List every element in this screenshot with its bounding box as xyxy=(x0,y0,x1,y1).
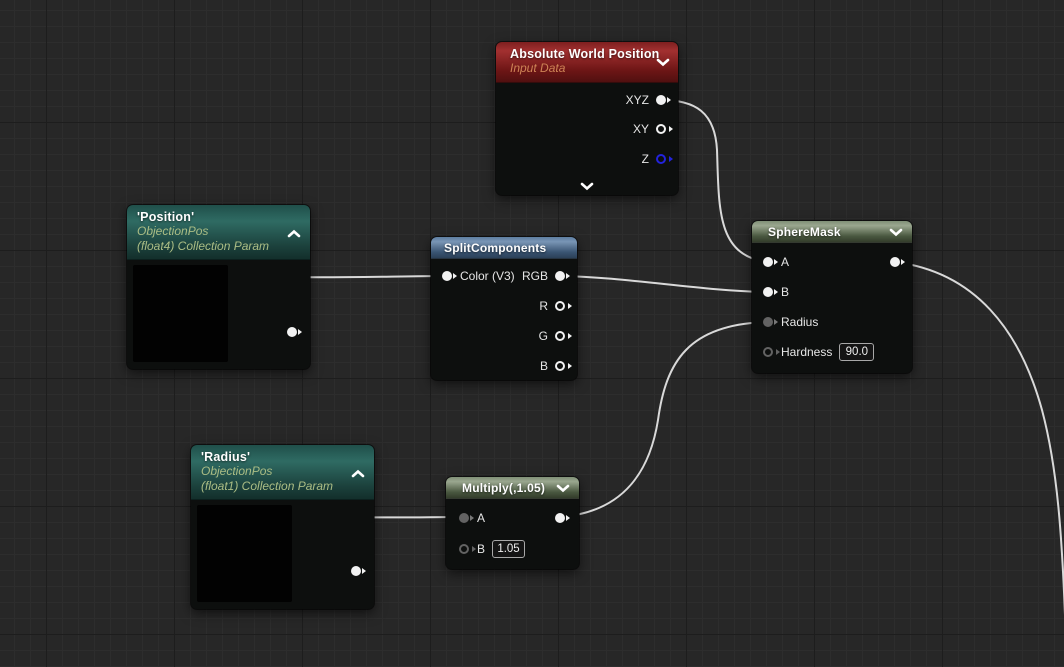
param-name: ObjectionPos xyxy=(201,464,374,479)
node-radius-param[interactable]: 'Radius' ObjectionPos (float1) Collectio… xyxy=(191,445,374,609)
pin-label-xy: XY xyxy=(633,122,649,136)
chevron-down-icon[interactable] xyxy=(656,58,670,67)
node-header[interactable]: SphereMask xyxy=(752,221,912,243)
node-title: 'Position' xyxy=(137,210,310,224)
preview-thumbnail xyxy=(197,505,292,602)
pin-label-rgb: RGB xyxy=(522,269,548,283)
material-graph-canvas[interactable]: Absolute World Position Input Data XYZ X… xyxy=(0,0,1064,667)
wire-spheremask-out-offscreen[interactable] xyxy=(895,262,1064,615)
pin-result-output[interactable] xyxy=(555,513,565,523)
node-subtitle: Input Data xyxy=(510,61,678,76)
pin-xy-output[interactable] xyxy=(656,124,666,134)
hardness-value-field[interactable] xyxy=(839,343,874,361)
pin-b-output[interactable] xyxy=(555,361,565,371)
pin-label-a: A xyxy=(781,255,789,269)
pin-g-output[interactable] xyxy=(555,331,565,341)
chevron-up-icon[interactable] xyxy=(287,229,301,238)
b-value-field[interactable] xyxy=(492,540,525,558)
node-header[interactable]: 'Radius' ObjectionPos (float1) Collectio… xyxy=(191,445,374,500)
node-absolute-world-position[interactable]: Absolute World Position Input Data XYZ X… xyxy=(496,42,678,195)
pin-position-output[interactable] xyxy=(287,327,297,337)
param-name: ObjectionPos xyxy=(137,224,310,239)
chevron-down-icon[interactable] xyxy=(889,228,903,237)
wire-multiply-to-spheremask-radius[interactable] xyxy=(560,322,768,517)
wire-rgb-to-spheremask-b[interactable] xyxy=(560,276,768,292)
pin-a-input[interactable] xyxy=(459,513,469,523)
node-header[interactable]: SplitComponents xyxy=(431,237,577,259)
pin-label-hardness: Hardness xyxy=(781,345,832,359)
node-title: 'Radius' xyxy=(201,450,374,464)
pin-z-output[interactable] xyxy=(656,154,666,164)
pin-label-b: B xyxy=(477,542,485,556)
pin-label-color: Color (V3) xyxy=(460,269,515,283)
pin-hardness-input[interactable] xyxy=(763,347,773,357)
pin-rgb-output[interactable] xyxy=(555,271,565,281)
node-position-param[interactable]: 'Position' ObjectionPos (float4) Collect… xyxy=(127,205,310,369)
node-header[interactable]: Absolute World Position Input Data xyxy=(496,42,678,83)
collapse-pins-chevron-icon[interactable] xyxy=(580,182,594,191)
pin-radius-input[interactable] xyxy=(763,317,773,327)
chevron-down-icon[interactable] xyxy=(556,484,570,493)
pin-label-b: B xyxy=(540,359,548,373)
pin-color-input[interactable] xyxy=(442,271,452,281)
pin-label-a: A xyxy=(477,511,485,525)
node-multiply[interactable]: Multiply(,1.05) A B xyxy=(446,477,579,569)
node-sphere-mask[interactable]: SphereMask A B Radius Hardness xyxy=(752,221,912,373)
pin-label-xyz: XYZ xyxy=(626,93,649,107)
pin-result-output[interactable] xyxy=(890,257,900,267)
node-header[interactable]: 'Position' ObjectionPos (float4) Collect… xyxy=(127,205,310,260)
pin-xyz-output[interactable] xyxy=(656,95,666,105)
pin-radius-output[interactable] xyxy=(351,566,361,576)
node-title: Absolute World Position xyxy=(510,47,678,61)
pin-b-input[interactable] xyxy=(459,544,469,554)
pin-label-g: G xyxy=(539,329,548,343)
node-title: SplitComponents xyxy=(444,241,577,255)
pin-a-input[interactable] xyxy=(763,257,773,267)
param-desc: (float4) Collection Param xyxy=(137,239,310,254)
pin-label-b: B xyxy=(781,285,789,299)
node-split-components[interactable]: SplitComponents Color (V3) RGB R G xyxy=(431,237,577,380)
pin-label-radius: Radius xyxy=(781,315,818,329)
pin-label-z: Z xyxy=(642,152,649,166)
chevron-up-icon[interactable] xyxy=(351,469,365,478)
wire-position-to-split[interactable] xyxy=(292,276,447,277)
pin-b-input[interactable] xyxy=(763,287,773,297)
preview-thumbnail xyxy=(133,265,228,362)
pin-r-output[interactable] xyxy=(555,301,565,311)
node-header[interactable]: Multiply(,1.05) xyxy=(446,477,579,499)
param-desc: (float1) Collection Param xyxy=(201,479,374,494)
pin-label-r: R xyxy=(539,299,548,313)
